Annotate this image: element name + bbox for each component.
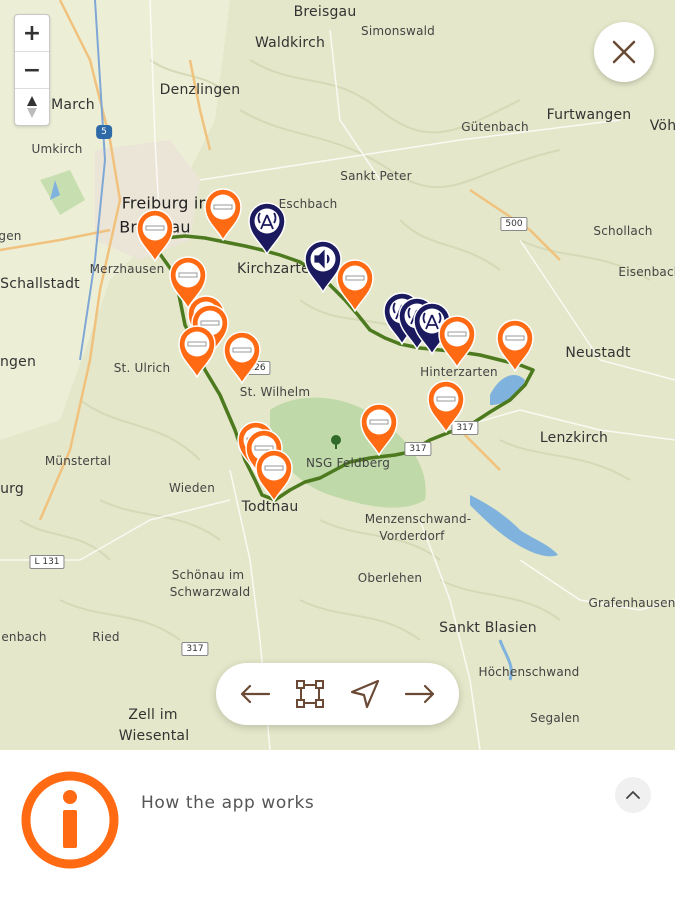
panel-title[interactable]: How the app works <box>141 793 314 813</box>
place-label: ngen <box>0 354 37 370</box>
close-icon <box>612 40 636 64</box>
next-button[interactable] <box>400 674 440 714</box>
place-label: Höchenschwand <box>478 665 580 679</box>
poi-marker[interactable] <box>222 330 262 384</box>
fit-route-button[interactable] <box>290 674 330 714</box>
compass-button[interactable] <box>15 89 49 125</box>
place-label: Münstertal <box>44 454 112 468</box>
place-label: Waldkirch <box>254 35 326 51</box>
place-label: Umkirch <box>31 142 83 156</box>
poi-marker[interactable] <box>135 208 175 262</box>
place-label: Menzenschwand- <box>364 512 472 526</box>
place-label: St. Wilhelm <box>239 385 311 399</box>
road-badge: L 131 <box>29 555 65 569</box>
zoom-in-button[interactable]: + <box>15 15 49 52</box>
place-label: Lenzkirch <box>539 430 609 446</box>
place-label: Vöh <box>649 118 675 134</box>
place-label: Simonswald <box>361 24 435 38</box>
place-label: gen <box>0 229 22 243</box>
place-label: urg <box>0 481 24 497</box>
road-badge: 317 <box>181 642 209 656</box>
arrow-left-icon <box>241 684 271 704</box>
place-label: Gütenbach <box>461 120 529 134</box>
poi-marker[interactable] <box>359 402 399 456</box>
radio-marker[interactable] <box>247 201 287 255</box>
place-label: Segalen <box>530 711 580 725</box>
poi-marker[interactable] <box>254 448 294 502</box>
place-label: Schollach <box>593 224 653 238</box>
place-label: Neustadt <box>565 345 631 361</box>
poi-marker[interactable] <box>437 314 477 368</box>
place-label: Eschbach <box>278 197 338 211</box>
place-label: Schallstadt <box>0 276 80 292</box>
place-label: Furtwangen <box>546 107 632 123</box>
road-badge: 5 <box>96 125 112 139</box>
place-label: Schönau im <box>171 568 245 582</box>
road-badge: 500 <box>500 217 528 231</box>
navigation-arrow-icon <box>350 679 379 709</box>
road-badge: 317 <box>404 442 432 456</box>
place-label: Sankt Blasien <box>439 620 537 636</box>
place-label: Merzhausen <box>89 262 165 276</box>
place-label: St. Ulrich <box>113 361 171 375</box>
poi-marker[interactable] <box>203 187 243 241</box>
locate-button[interactable] <box>345 674 385 714</box>
arrow-right-icon <box>404 684 434 704</box>
fit-bounds-icon <box>296 680 325 708</box>
previous-button[interactable] <box>235 674 275 714</box>
close-button[interactable] <box>594 22 654 82</box>
info-icon[interactable] <box>20 770 120 870</box>
place-label: March <box>51 97 95 113</box>
place-label: enbach <box>1 630 47 644</box>
zoom-control: + − <box>14 14 50 126</box>
place-label: Vorderdorf <box>379 529 445 543</box>
chevron-up-icon <box>626 791 640 799</box>
poi-marker[interactable] <box>495 318 535 372</box>
poi-marker[interactable] <box>426 379 466 433</box>
place-label: Wiesental <box>118 728 190 744</box>
map-nav-bar <box>216 663 459 725</box>
place-label: Wieden <box>168 481 216 495</box>
place-label: NSG Feldberg <box>305 456 391 470</box>
place-label: Oberlehen <box>357 571 423 585</box>
place-label: Eisenbach <box>618 265 675 279</box>
place-label: Zell im <box>128 707 178 723</box>
place-label: Denzlingen <box>159 82 241 98</box>
zoom-out-button[interactable]: − <box>15 52 49 89</box>
place-label: Ried <box>92 630 120 644</box>
expand-panel-button[interactable] <box>615 777 651 813</box>
compass-icon <box>27 96 37 118</box>
place-label: Schwarzwald <box>169 585 251 599</box>
place-label: Grafenhausen <box>588 596 675 610</box>
poi-marker[interactable] <box>335 258 375 312</box>
place-label: Breisgau <box>293 4 357 20</box>
place-label: Sankt Peter <box>340 169 412 183</box>
poi-marker[interactable] <box>177 324 217 378</box>
map-view[interactable]: Breisgau Waldkirch Simonswald March Denz… <box>0 0 675 750</box>
